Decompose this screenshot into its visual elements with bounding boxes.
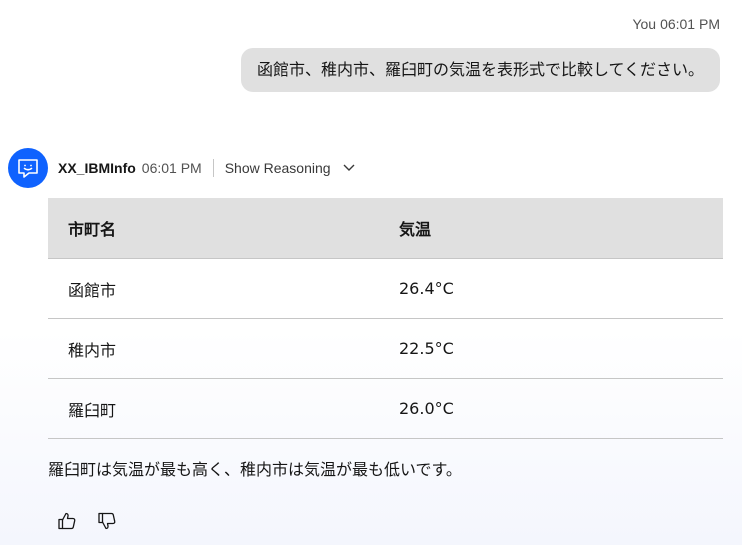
- column-header-city: 市町名: [48, 198, 379, 259]
- chevron-down-icon: [343, 164, 355, 171]
- bot-name: XX_IBMInfo: [58, 160, 136, 176]
- user-sender-name: You: [632, 16, 657, 32]
- user-message-bubble: 函館市、稚内市、羅臼町の気温を表形式で比較してください。: [240, 48, 720, 92]
- header-divider: [212, 159, 214, 177]
- column-header-temperature: 気温: [379, 198, 723, 259]
- user-message-time: 06:01 PM: [660, 16, 720, 32]
- table-row: 稚内市 22.5°C: [48, 318, 723, 379]
- table-cell-temperature: 22.5°C: [379, 318, 723, 379]
- table-header-row: 市町名 気温: [48, 198, 723, 259]
- dislike-button[interactable]: [96, 510, 118, 532]
- bot-message-time: 06:01 PM: [141, 160, 202, 176]
- table-cell-city: 函館市: [48, 258, 379, 319]
- bot-message-header: XX_IBMInfo 06:01 PM Show Reasoning: [58, 158, 355, 178]
- table-cell-city: 羅臼町: [48, 378, 379, 439]
- thumbs-up-icon: [58, 512, 76, 530]
- show-reasoning-toggle[interactable]: Show Reasoning: [225, 160, 355, 176]
- bot-summary-text: 羅臼町は気温が最も高く、稚内市は気温が最も低いです。: [48, 460, 462, 479]
- chatbot-icon: [8, 148, 48, 188]
- temperature-table: 市町名 気温 函館市 26.4°C 稚内市 22.5°C 羅臼町 26.0°C: [48, 198, 723, 439]
- table-row: 羅臼町 26.0°C: [48, 378, 723, 439]
- like-button[interactable]: [56, 510, 78, 532]
- show-reasoning-label: Show Reasoning: [224, 160, 331, 176]
- user-message-meta: You 06:01 PM: [632, 16, 720, 32]
- thumbs-down-icon: [98, 512, 116, 530]
- table-cell-city: 稚内市: [48, 318, 379, 379]
- feedback-bar: [56, 510, 118, 532]
- table-cell-temperature: 26.4°C: [379, 258, 723, 319]
- table-cell-temperature: 26.0°C: [379, 378, 723, 439]
- table-row: 函館市 26.4°C: [48, 258, 723, 319]
